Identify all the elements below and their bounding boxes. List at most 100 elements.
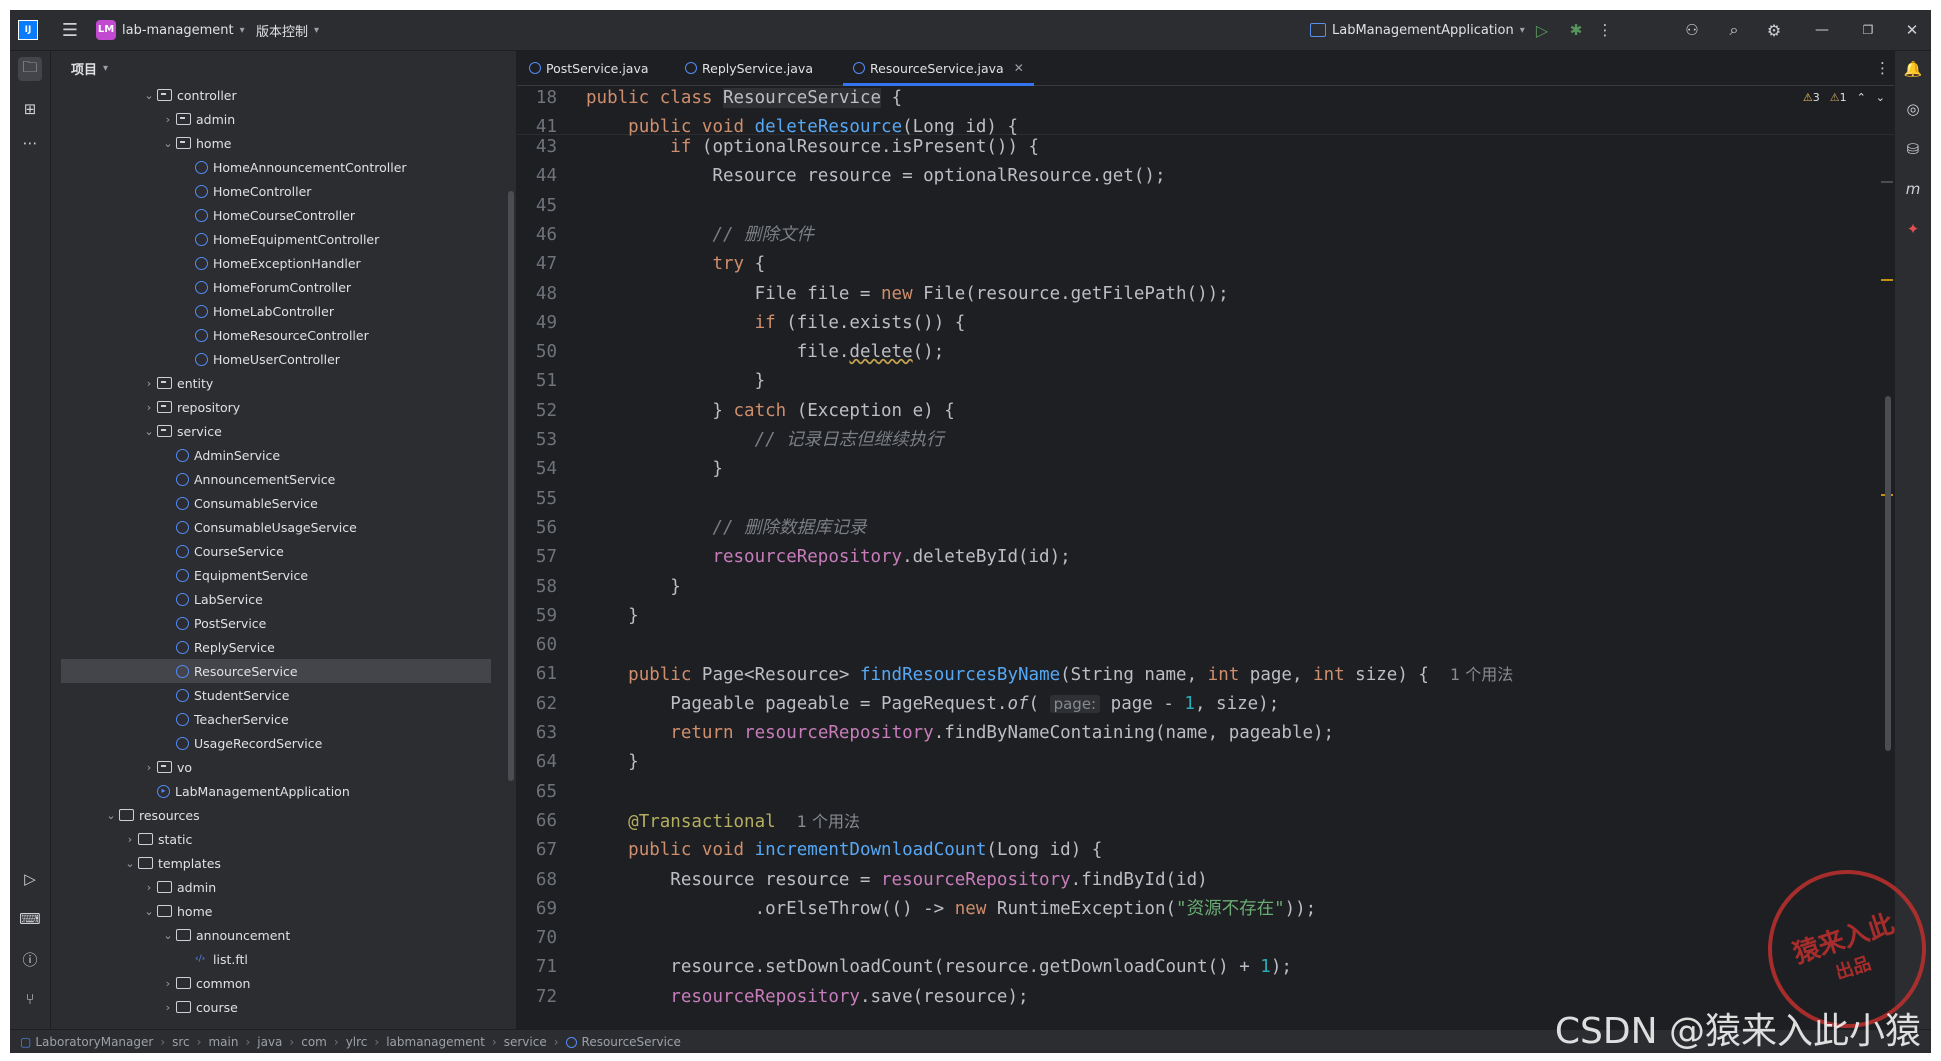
tree-item[interactable]: ▸ LabManagementApplication: [51, 779, 506, 803]
more-tools-icon[interactable]: ⋯: [18, 131, 42, 155]
tree-item[interactable]: HomeCourseController: [51, 203, 506, 227]
chevron-right-icon[interactable]: ›: [141, 377, 157, 390]
line-number[interactable]: 59: [517, 602, 557, 631]
breadcrumb-item[interactable]: main: [208, 1035, 238, 1049]
tree-item[interactable]: ⌄ home: [51, 131, 506, 155]
chevron-down-icon[interactable]: ⌄: [160, 137, 176, 150]
chevron-down-icon[interactable]: ⌄: [103, 809, 119, 822]
code-line[interactable]: 62 Pageable pageable = PageRequest.of( p…: [517, 690, 1895, 719]
line-number[interactable]: 52: [517, 397, 557, 426]
line-number[interactable]: 53: [517, 426, 557, 455]
tree-item[interactable]: AnnouncementService: [51, 467, 506, 491]
main-menu-icon[interactable]: ☰: [58, 10, 82, 50]
breadcrumb-item[interactable]: service: [504, 1035, 547, 1049]
code-line[interactable]: 47 try {: [517, 250, 1895, 279]
tree-item[interactable]: HomeController: [51, 179, 506, 203]
breadcrumb-item[interactable]: com: [301, 1035, 327, 1049]
vcs-selector[interactable]: 版本控制 ▾: [256, 10, 319, 50]
code-text[interactable]: // 记录日志但继续执行: [586, 426, 944, 455]
line-number[interactable]: 67: [517, 836, 557, 865]
chevron-right-icon[interactable]: ›: [141, 881, 157, 894]
debug-icon[interactable]: ✱: [1564, 10, 1588, 50]
chevron-right-icon[interactable]: ›: [122, 833, 138, 846]
tree-item[interactable]: HomeAnnouncementController: [51, 155, 506, 179]
tab-reply-service[interactable]: ReplyService.java: [685, 51, 813, 85]
chevron-right-icon[interactable]: ›: [160, 977, 176, 990]
git-tool-icon[interactable]: ⑂: [18, 987, 42, 1011]
search-icon[interactable]: ⌕: [1722, 10, 1746, 50]
code-line[interactable]: 54 }: [517, 455, 1895, 484]
code-line[interactable]: 55: [517, 485, 1895, 514]
code-line[interactable]: 43 if (optionalResource.isPresent()) {: [517, 133, 1895, 162]
tree-item[interactable]: HomeEquipmentController: [51, 227, 506, 251]
tree-item[interactable]: › static: [51, 827, 506, 851]
tree-item[interactable]: ⌄ templates: [51, 851, 506, 875]
chevron-right-icon[interactable]: ›: [160, 1001, 176, 1014]
tree-item[interactable]: › common: [51, 971, 506, 995]
code-line[interactable]: 69 .orElseThrow(() -> new RuntimeExcepti…: [517, 895, 1895, 924]
tree-item[interactable]: StudentService: [51, 683, 506, 707]
tab-options-icon[interactable]: ⋮: [1875, 51, 1890, 85]
ai-assistant-icon[interactable]: ◎: [1901, 97, 1925, 121]
tree-item[interactable]: TeacherService: [51, 707, 506, 731]
line-number[interactable]: 72: [517, 983, 557, 1012]
tree-item[interactable]: ConsumableUsageService: [51, 515, 506, 539]
more-actions-icon[interactable]: ⋮: [1598, 10, 1613, 50]
notifications-bell-icon[interactable]: 🔔: [1901, 57, 1925, 81]
editor-scrollbar[interactable]: [1885, 396, 1891, 751]
code-text[interactable]: }: [586, 367, 766, 396]
prev-highlight-icon[interactable]: ⌃: [1857, 91, 1866, 104]
code-text[interactable]: file.delete();: [586, 338, 945, 367]
line-number[interactable]: 18: [517, 84, 557, 113]
tree-item[interactable]: › entity: [51, 371, 506, 395]
project-panel-scrollbar[interactable]: [508, 191, 514, 781]
code-line[interactable]: 49 if (file.exists()) {: [517, 309, 1895, 338]
code-line[interactable]: 46 // 删除文件: [517, 221, 1895, 250]
code-text[interactable]: if (optionalResource.isPresent()) {: [586, 133, 1039, 162]
project-tool-folder-icon[interactable]: 🗀: [18, 57, 42, 81]
code-line[interactable]: 50 file.delete();: [517, 338, 1895, 367]
line-number[interactable]: 44: [517, 162, 557, 191]
chevron-down-icon[interactable]: ⌄: [141, 425, 157, 438]
code-text[interactable]: }: [586, 573, 681, 602]
tree-item[interactable]: › vo: [51, 755, 506, 779]
tree-item[interactable]: ReplyService: [51, 635, 506, 659]
breadcrumb-item[interactable]: ylrc: [346, 1035, 368, 1049]
code-text[interactable]: .orElseThrow(() -> new RuntimeException(…: [586, 895, 1317, 924]
chevron-down-icon[interactable]: ⌄: [141, 905, 157, 918]
line-number[interactable]: 49: [517, 309, 557, 338]
code-line[interactable]: 65: [517, 778, 1895, 807]
tab-resource-service[interactable]: ResourceService.java ✕: [843, 51, 1034, 86]
tree-item[interactable]: HomeForumController: [51, 275, 506, 299]
tree-item[interactable]: ⌄ controller: [51, 83, 506, 107]
code-text[interactable]: File file = new File(resource.getFilePat…: [586, 280, 1229, 309]
tree-item[interactable]: PostService: [51, 611, 506, 635]
maximize-icon[interactable]: ❐: [1856, 10, 1880, 50]
breadcrumb-item[interactable]: LaboratoryManager: [35, 1035, 153, 1049]
line-number[interactable]: 45: [517, 192, 557, 221]
breadcrumb-item[interactable]: labmanagement: [386, 1035, 485, 1049]
code-line[interactable]: 59 }: [517, 602, 1895, 631]
line-number[interactable]: 58: [517, 573, 557, 602]
code-line[interactable]: 48 File file = new File(resource.getFile…: [517, 280, 1895, 309]
code-line[interactable]: 52 } catch (Exception e) {: [517, 397, 1895, 426]
next-highlight-icon[interactable]: ⌄: [1876, 91, 1885, 104]
inspection-widget[interactable]: ⚠3 ⚠1 ⌃ ⌄: [1803, 91, 1885, 104]
settings-gear-icon[interactable]: ⚙: [1762, 10, 1786, 50]
code-line[interactable]: 66 @Transactional 1 个用法: [517, 807, 1895, 836]
line-number[interactable]: 57: [517, 543, 557, 572]
code-text[interactable]: try {: [586, 250, 765, 279]
line-number[interactable]: 69: [517, 895, 557, 924]
tree-item[interactable]: ⌄ home: [51, 899, 506, 923]
chevron-down-icon[interactable]: ⌄: [122, 857, 138, 870]
code-line[interactable]: 68 Resource resource = resourceRepositor…: [517, 866, 1895, 895]
code-text[interactable]: public void incrementDownloadCount(Long …: [586, 836, 1102, 865]
code-text[interactable]: Pageable pageable = PageRequest.of( page…: [586, 690, 1279, 719]
minimize-icon[interactable]: —: [1810, 10, 1834, 50]
code-line[interactable]: 57 resourceRepository.deleteById(id);: [517, 543, 1895, 572]
line-number[interactable]: 68: [517, 866, 557, 895]
tree-item[interactable]: HomeUserController: [51, 347, 506, 371]
services-tool-icon[interactable]: ▷: [18, 867, 42, 891]
close-tab-icon[interactable]: ✕: [1014, 61, 1024, 75]
code-text[interactable]: }: [586, 455, 723, 484]
